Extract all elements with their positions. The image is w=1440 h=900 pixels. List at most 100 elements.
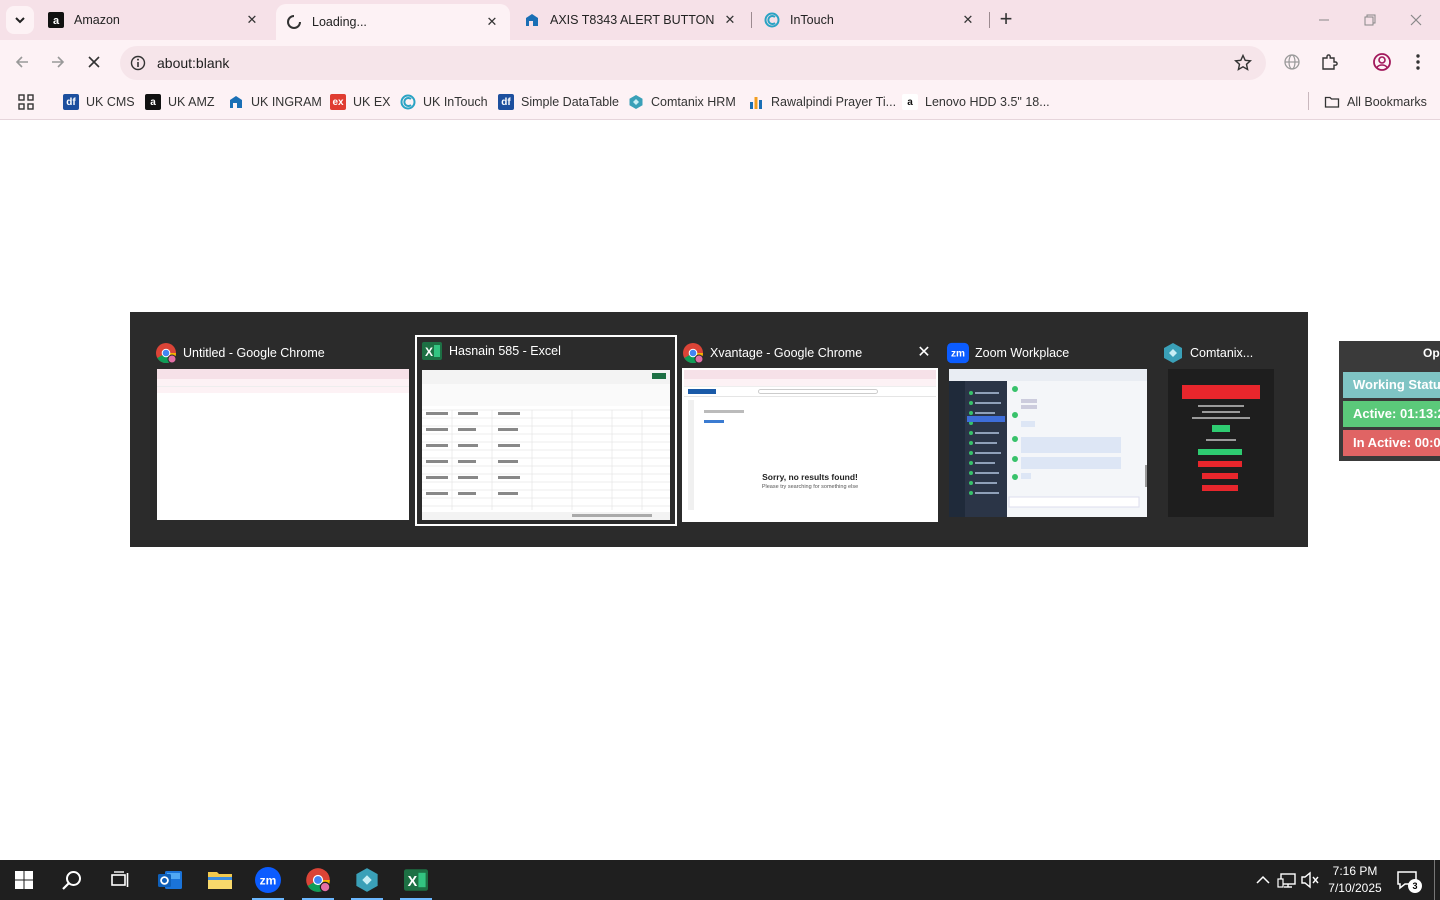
svg-text:zm: zm [951, 349, 965, 360]
bookmark-label: UK InTouch [423, 95, 488, 109]
bookmark-uk-amz[interactable]: a UK AMZ [145, 92, 215, 112]
bookmarks-separator [1308, 92, 1309, 110]
tab-title: AXIS T8343 ALERT BUTTON EUR [550, 13, 716, 27]
bookmark-label: Simple DataTable [521, 95, 619, 109]
window-thumbnail [1168, 369, 1274, 517]
ingram-icon [524, 12, 540, 28]
bookmark-uk-ex[interactable]: ex UK EX [330, 92, 391, 112]
minimize-icon[interactable] [1312, 8, 1336, 32]
close-tab-icon[interactable]: ✕ [484, 14, 500, 30]
url-text[interactable]: about:blank [157, 55, 229, 71]
excel-icon[interactable]: X [392, 860, 440, 900]
tab-title: Amazon [74, 13, 120, 27]
df-icon: df [498, 94, 514, 110]
tab-title: InTouch [790, 13, 834, 27]
close-tab-icon[interactable]: ✕ [722, 12, 738, 28]
address-bar[interactable]: about:blank [120, 46, 1266, 80]
browser-toolbar: about:blank [0, 40, 1440, 84]
bookmark-label: Lenovo HDD 3.5" 18... [925, 95, 1050, 109]
bookmark-rawalpindi-prayer[interactable]: Rawalpindi Prayer Ti... [748, 92, 896, 112]
task-switcher: Untitled - Google Chrome X Hasnain 585 -… [130, 312, 1308, 547]
back-arrow-icon[interactable] [10, 50, 34, 74]
switcher-window-untitled-chrome[interactable]: Untitled - Google Chrome [155, 339, 411, 523]
zoom-icon: zm [947, 342, 969, 364]
bookmark-label: Rawalpindi Prayer Ti... [771, 95, 897, 109]
tab-intouch[interactable]: InTouch ✕ [754, 4, 986, 36]
bookmark-uk-intouch[interactable]: UK InTouch [400, 92, 488, 112]
network-icon[interactable] [1277, 870, 1297, 890]
svg-text:a: a [53, 15, 60, 27]
df-icon: df [63, 94, 79, 110]
amazon-icon: a [48, 12, 64, 28]
restore-icon[interactable] [1358, 8, 1382, 32]
task-view-icon[interactable] [96, 860, 144, 900]
forward-arrow-icon[interactable] [46, 50, 70, 74]
bookmark-uk-ingram[interactable]: UK INGRAM [228, 92, 322, 112]
new-tab-button[interactable]: + [994, 8, 1018, 32]
window-title: Untitled - Google Chrome [183, 346, 325, 360]
ex-icon: ex [330, 94, 346, 110]
more-menu-icon[interactable] [1406, 50, 1430, 74]
bookmark-label: UK INGRAM [251, 95, 322, 109]
show-desktop-divider[interactable] [1434, 860, 1435, 900]
svg-text:X: X [408, 874, 418, 890]
switcher-window-comtanix[interactable]: Comtanix... [1162, 339, 1278, 523]
bookmark-uk-cms[interactable]: df UK CMS [63, 92, 135, 112]
bookmark-label: UK EX [353, 95, 391, 109]
volume-muted-icon[interactable] [1300, 870, 1320, 890]
window-thumbnail [422, 370, 670, 520]
profile-avatar-icon[interactable] [1370, 50, 1394, 74]
bookmark-label: Comtanix HRM [651, 95, 736, 109]
zoom-icon[interactable]: zm [244, 860, 292, 900]
excel-icon: X [421, 340, 443, 362]
loading-spinner-icon [286, 14, 302, 30]
bookmark-label: UK CMS [86, 95, 135, 109]
close-tab-icon[interactable]: ✕ [960, 12, 976, 28]
active-time-label: Active: 01:13:24 [1343, 401, 1440, 427]
svg-text:zm: zm [260, 874, 277, 888]
folder-icon [1324, 94, 1340, 110]
switcher-window-zoom[interactable]: zm Zoom Workplace [947, 339, 1149, 523]
comtanix-icon [628, 94, 644, 110]
tab-amazon[interactable]: a Amazon ✕ [38, 4, 270, 36]
window-title: Zoom Workplace [975, 346, 1070, 360]
bookmark-star-icon[interactable] [1234, 54, 1252, 72]
no-results-message: Sorry, no results found! [762, 472, 858, 482]
close-window-icon[interactable] [1404, 8, 1428, 32]
close-window-icon[interactable]: ✕ [916, 345, 932, 361]
close-tab-icon[interactable]: ✕ [244, 12, 260, 28]
intouch-icon [400, 94, 416, 110]
chevron-up-icon[interactable] [1253, 870, 1273, 890]
switcher-window-xvantage-chrome[interactable]: Xvantage - Google Chrome ✕ Sorry, no res… [682, 339, 938, 523]
amazon-icon: a [902, 94, 918, 110]
info-icon[interactable] [130, 55, 146, 71]
file-explorer-icon[interactable] [196, 860, 244, 900]
outlook-icon[interactable] [146, 860, 194, 900]
comtanix-icon [1162, 342, 1184, 364]
bookmark-simple-datatable[interactable]: df Simple DataTable [498, 92, 619, 112]
chrome-icon [682, 342, 704, 364]
tab-search-button[interactable] [6, 6, 34, 34]
tab-axis[interactable]: AXIS T8343 ALERT BUTTON EUR ✕ [514, 4, 748, 36]
window-header: Xvantage - Google Chrome [682, 339, 938, 367]
bookmarks-bar: df UK CMS a UK AMZ UK INGRAM ex UK EX UK… [0, 84, 1440, 120]
window-header: Comtanix... [1162, 339, 1278, 367]
window-thumbnail: Sorry, no results found! Please try sear… [682, 368, 938, 522]
search-icon[interactable] [48, 860, 96, 900]
bookmark-comtanix-hrm[interactable]: Comtanix HRM [628, 92, 736, 112]
working-status-label[interactable]: Working Status [1343, 372, 1440, 398]
bookmark-lenovo-hdd[interactable]: a Lenovo HDD 3.5" 18... [902, 92, 1050, 112]
all-bookmarks[interactable]: All Bookmarks [1324, 92, 1427, 112]
notification-center-icon[interactable]: 3 [1396, 870, 1422, 893]
tab-loading[interactable]: Loading... ✕ [276, 4, 510, 40]
tab-title: Loading... [312, 15, 367, 29]
windows-start-icon[interactable] [0, 860, 48, 900]
apps-grid-icon[interactable] [17, 92, 35, 112]
chrome-icon[interactable] [294, 860, 342, 900]
system-clock[interactable]: 7:16 PM 7/10/2025 [1322, 863, 1388, 897]
translate-globe-icon[interactable] [1280, 50, 1304, 74]
comtanix-icon[interactable] [343, 860, 391, 900]
extensions-puzzle-icon[interactable] [1317, 50, 1341, 74]
stop-loading-icon[interactable] [82, 50, 106, 74]
switcher-window-excel[interactable]: X Hasnain 585 - Excel [415, 335, 677, 526]
